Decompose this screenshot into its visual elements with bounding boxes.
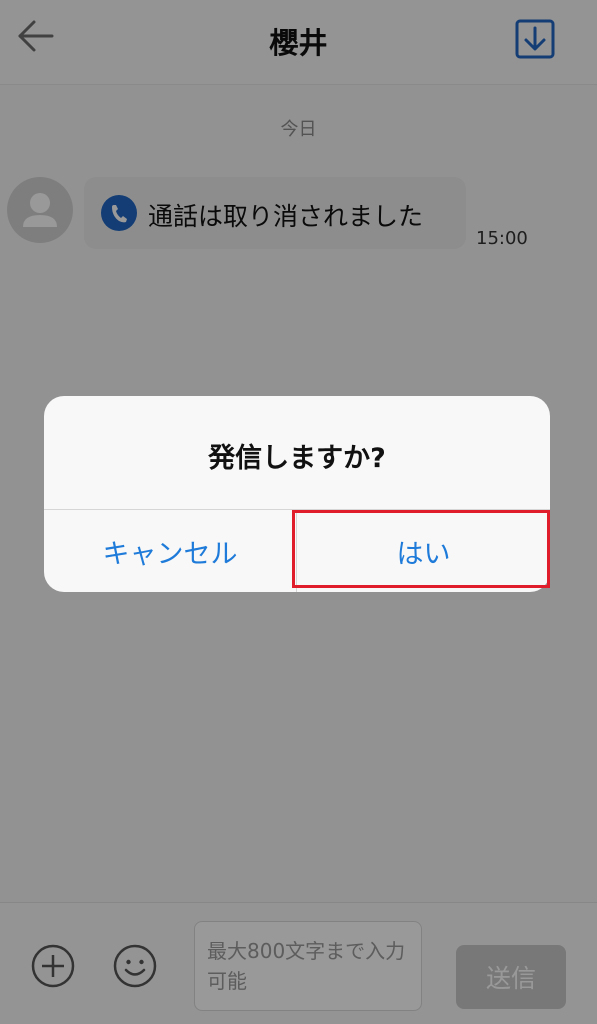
highlight-box xyxy=(292,510,550,588)
chat-screen: 櫻井 今日 通話は取り消されました 15:00 最大800文字まで入力可能 送信… xyxy=(0,0,597,1024)
cancel-button[interactable]: キャンセル xyxy=(44,510,296,592)
dialog-title: 発信しますか? xyxy=(208,443,386,474)
